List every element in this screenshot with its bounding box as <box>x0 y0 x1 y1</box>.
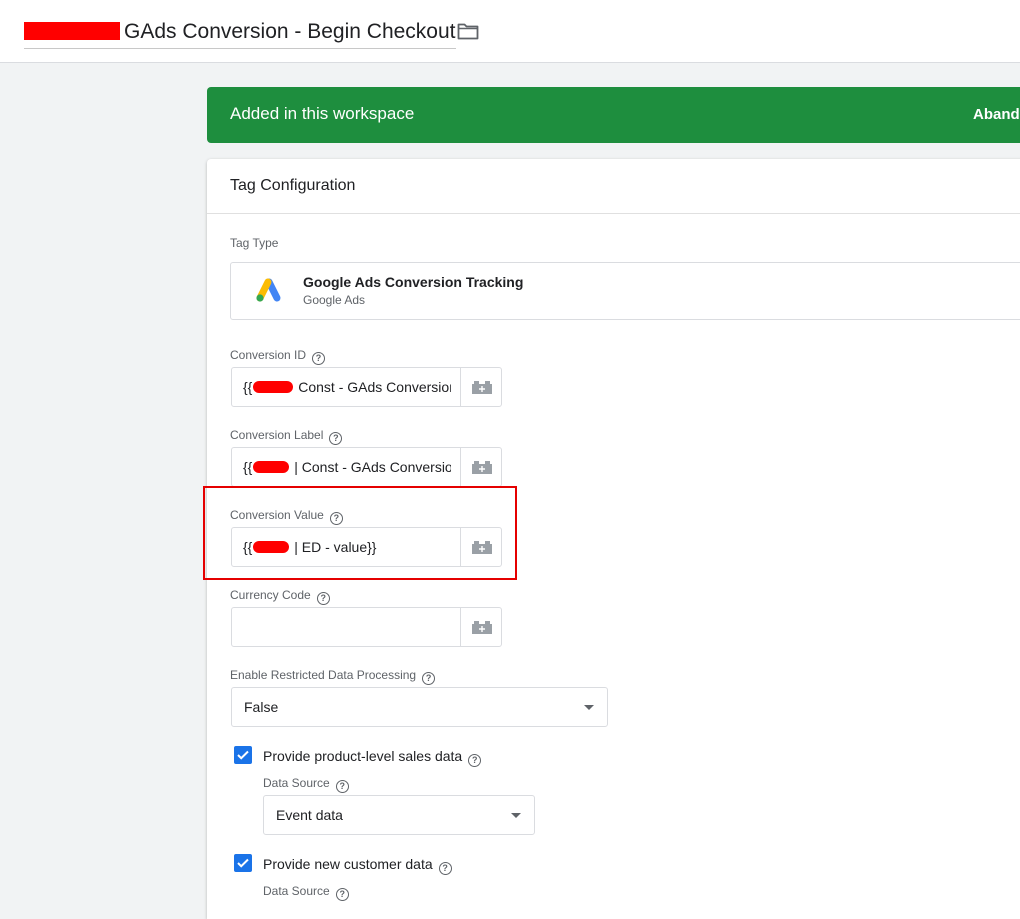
conversion-label-value: {{ | Const - GAds Conversion Label}} <box>243 459 451 475</box>
variable-brick-icon <box>472 621 492 634</box>
conversion-id-label: Conversion ID? <box>230 348 326 365</box>
google-ads-icon <box>256 278 281 302</box>
currency-code-label: Currency Code? <box>230 588 330 605</box>
help-icon[interactable]: ? <box>335 780 349 793</box>
folder-icon[interactable] <box>457 22 479 40</box>
redacted-area <box>253 461 290 473</box>
variable-picker-button[interactable] <box>460 608 501 646</box>
tag-name-title[interactable]: GAds Conversion - Begin Checkout <box>24 18 456 49</box>
restricted-data-select[interactable]: False <box>231 687 608 727</box>
conversion-id-value: {{ Const - GAds Conversion ID}} <box>243 379 451 395</box>
tag-configuration-card: Tag Configuration Tag Type Google Ads Co… <box>203 159 1020 919</box>
help-icon[interactable]: ? <box>329 512 343 525</box>
restricted-data-label: Enable Restricted Data Processing? <box>230 668 436 685</box>
tag-type-label: Tag Type <box>230 236 279 250</box>
redacted-area <box>253 381 294 393</box>
checkmark-icon <box>237 858 249 868</box>
tag-name-text: GAds Conversion - Begin Checkout <box>124 20 456 43</box>
help-icon[interactable]: ? <box>335 888 349 901</box>
conversion-value-label: Conversion Value? <box>230 508 343 525</box>
variable-picker-button[interactable] <box>460 368 501 406</box>
redacted-area <box>24 22 120 40</box>
help-icon[interactable]: ? <box>312 352 326 365</box>
conversion-id-field[interactable]: {{ Const - GAds Conversion ID}} <box>231 367 502 407</box>
chevron-down-icon <box>584 705 594 710</box>
help-icon[interactable]: ? <box>468 754 482 767</box>
variable-brick-icon <box>472 381 492 394</box>
card-title: Tag Configuration <box>230 177 356 194</box>
abandon-button[interactable]: Abandon <box>973 106 1020 123</box>
help-icon[interactable]: ? <box>438 862 452 875</box>
tag-type-selector[interactable]: Google Ads Conversion Tracking Google Ad… <box>230 262 1020 320</box>
conversion-label-label: Conversion Label? <box>230 428 343 445</box>
variable-brick-icon <box>472 541 492 554</box>
checkmark-icon <box>237 750 249 760</box>
workspace-banner: Added in this workspace Abandon <box>207 87 1020 143</box>
variable-picker-button[interactable] <box>460 528 501 566</box>
product-sales-data-source-label: Data Source? <box>263 776 349 793</box>
new-customer-data-source-label: Data Source? <box>263 884 349 901</box>
help-icon[interactable]: ? <box>422 672 436 685</box>
new-customer-checkbox[interactable] <box>234 854 252 872</box>
conversion-value-field[interactable]: {{ | ED - value}} <box>231 527 502 567</box>
banner-text: Added in this workspace <box>230 104 415 123</box>
restricted-data-value: False <box>244 699 279 715</box>
currency-code-field[interactable] <box>231 607 502 647</box>
redacted-area <box>253 541 290 553</box>
top-bar: GAds Conversion - Begin Checkout <box>0 0 1020 63</box>
chevron-down-icon <box>511 813 521 818</box>
card-header: Tag Configuration <box>207 159 1020 214</box>
conversion-value-value: {{ | ED - value}} <box>243 539 377 555</box>
variable-brick-icon <box>472 461 492 474</box>
product-sales-data-source-value: Event data <box>276 807 343 823</box>
product-sales-checkbox[interactable] <box>234 746 252 764</box>
conversion-label-field[interactable]: {{ | Const - GAds Conversion Label}} <box>231 447 502 487</box>
product-sales-label: Provide product-level sales data? <box>263 748 482 767</box>
tag-type-name: Google Ads Conversion Tracking <box>303 274 524 290</box>
new-customer-label: Provide new customer data? <box>263 856 452 875</box>
variable-picker-button[interactable] <box>460 448 501 486</box>
tag-type-provider: Google Ads <box>303 293 366 307</box>
product-sales-data-source-select[interactable]: Event data <box>263 795 535 835</box>
help-icon[interactable]: ? <box>329 432 343 445</box>
help-icon[interactable]: ? <box>316 592 330 605</box>
